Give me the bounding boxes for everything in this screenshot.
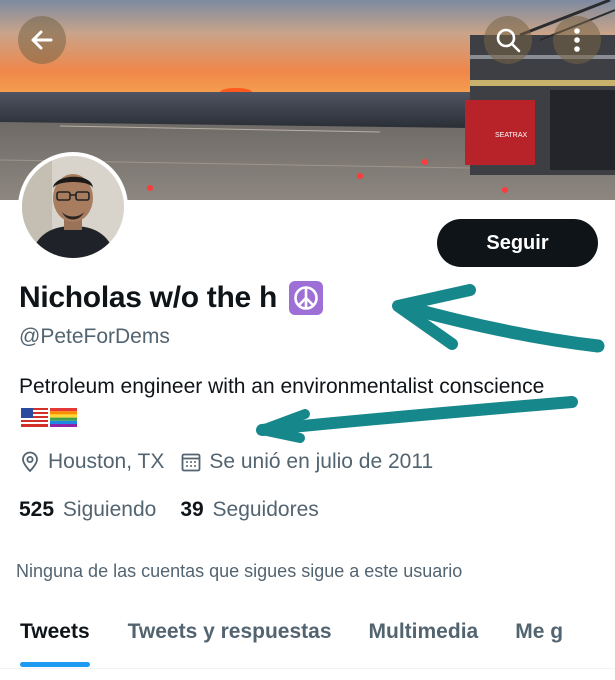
avatar[interactable] xyxy=(18,152,128,262)
tab-tweets[interactable]: Tweets xyxy=(20,600,90,668)
following-label: Siguiendo xyxy=(62,498,157,521)
tabs-divider xyxy=(0,668,615,669)
tab-label: Me g xyxy=(515,620,564,643)
peace-symbol-icon xyxy=(288,281,323,315)
avatar-image xyxy=(22,156,124,258)
tab-tweets-and-replies[interactable]: Tweets y respuestas xyxy=(128,600,332,668)
profile-tabs: Tweets Tweets y respuestas Multimedia Me… xyxy=(0,600,615,668)
bio: Petroleum engineer with an environmental… xyxy=(19,371,559,433)
us-flag-icon xyxy=(21,408,48,427)
followers-label: Seguidores xyxy=(212,498,319,521)
more-button[interactable] xyxy=(553,16,601,64)
location-text: Houston, TX xyxy=(48,450,165,473)
rainbow-flag-icon xyxy=(50,408,77,427)
following-count: 525 xyxy=(19,498,55,521)
followers-you-know: Ninguna de las cuentas que sigues sigue … xyxy=(16,561,463,581)
follow-stats: 525 Siguiendo 39 Seguidores xyxy=(19,498,343,522)
active-tab-indicator xyxy=(20,662,90,667)
arrow-left-icon xyxy=(31,30,53,50)
search-icon xyxy=(496,28,521,53)
profile-meta: Houston, TX Se unió en julio de 2011 xyxy=(19,450,433,474)
profile-name-row: Nicholas w/o the h xyxy=(19,281,323,315)
calendar-icon xyxy=(181,453,201,472)
joined-date: Se unió en julio de 2011 xyxy=(209,450,434,473)
back-button[interactable] xyxy=(18,16,66,64)
tab-label: Tweets xyxy=(20,620,90,643)
arrow-to-name-head xyxy=(392,284,476,350)
more-vertical-icon xyxy=(574,28,580,52)
tab-label: Tweets y respuestas xyxy=(127,620,332,643)
follow-button[interactable]: Seguir xyxy=(437,219,598,267)
search-button[interactable] xyxy=(484,16,532,64)
location-pin-icon xyxy=(22,451,38,473)
following-link[interactable]: 525 Siguiendo xyxy=(19,498,156,522)
bio-text: Petroleum engineer with an environmental… xyxy=(19,375,545,398)
arrow-to-name xyxy=(395,299,605,353)
banner-platform-lettering: SEATRAX xyxy=(495,132,527,139)
display-name: Nicholas w/o the h xyxy=(19,281,277,314)
handle: @PeteForDems xyxy=(19,325,170,348)
followers-link[interactable]: 39 Seguidores xyxy=(180,498,318,522)
tab-likes[interactable]: Me g xyxy=(515,600,563,668)
tab-label: Multimedia xyxy=(368,620,479,643)
followers-count: 39 xyxy=(180,498,204,521)
tab-media[interactable]: Multimedia xyxy=(369,600,479,668)
